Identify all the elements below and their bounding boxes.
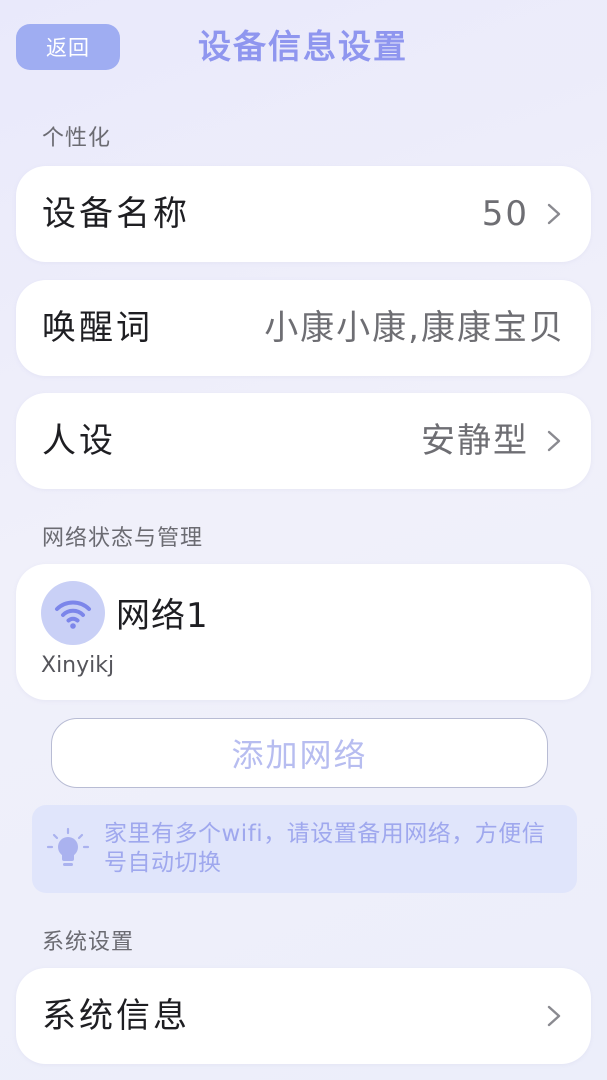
tip-box: 家里有多个wifi，请设置备用网络，方便信号自动切换 [32,805,577,893]
system-info-row[interactable]: 系统信息 [16,968,591,1064]
chevron-right-icon [547,203,561,225]
device-name-label: 设备名称 [42,194,190,234]
device-name-value: 50 [481,194,529,234]
system-info-label: 系统信息 [42,996,190,1036]
persona-value: 安静型 [421,421,529,461]
wifi-icon [41,581,105,645]
network-item-card[interactable]: 网络1 Xinyikj [16,564,591,700]
section-label-network: 网络状态与管理 [42,526,204,551]
chevron-right-icon [547,1005,561,1027]
persona-row[interactable]: 人设 安静型 [16,393,591,489]
page-title: 设备信息设置 [198,27,408,66]
wake-word-row[interactable]: 唤醒词 小康小康,康康宝贝 [16,280,591,376]
wake-word-label: 唤醒词 [42,308,153,348]
wake-word-value: 小康小康,康康宝贝 [264,308,565,348]
device-name-row[interactable]: 设备名称 50 [16,166,591,262]
network-name: 网络1 [116,596,209,636]
section-label-personalization: 个性化 [42,126,112,151]
chevron-right-icon [547,430,561,452]
persona-label: 人设 [42,421,116,461]
header: 返回 设备信息设置 [0,0,607,96]
add-network-button[interactable]: 添加网络 [51,718,548,788]
back-button[interactable]: 返回 [16,24,120,70]
lightbulb-icon [46,827,90,866]
network-ssid: Xinyikj [41,653,115,678]
tip-text: 家里有多个wifi，请设置备用网络，方便信号自动切换 [104,821,546,876]
section-label-system: 系统设置 [42,930,135,955]
